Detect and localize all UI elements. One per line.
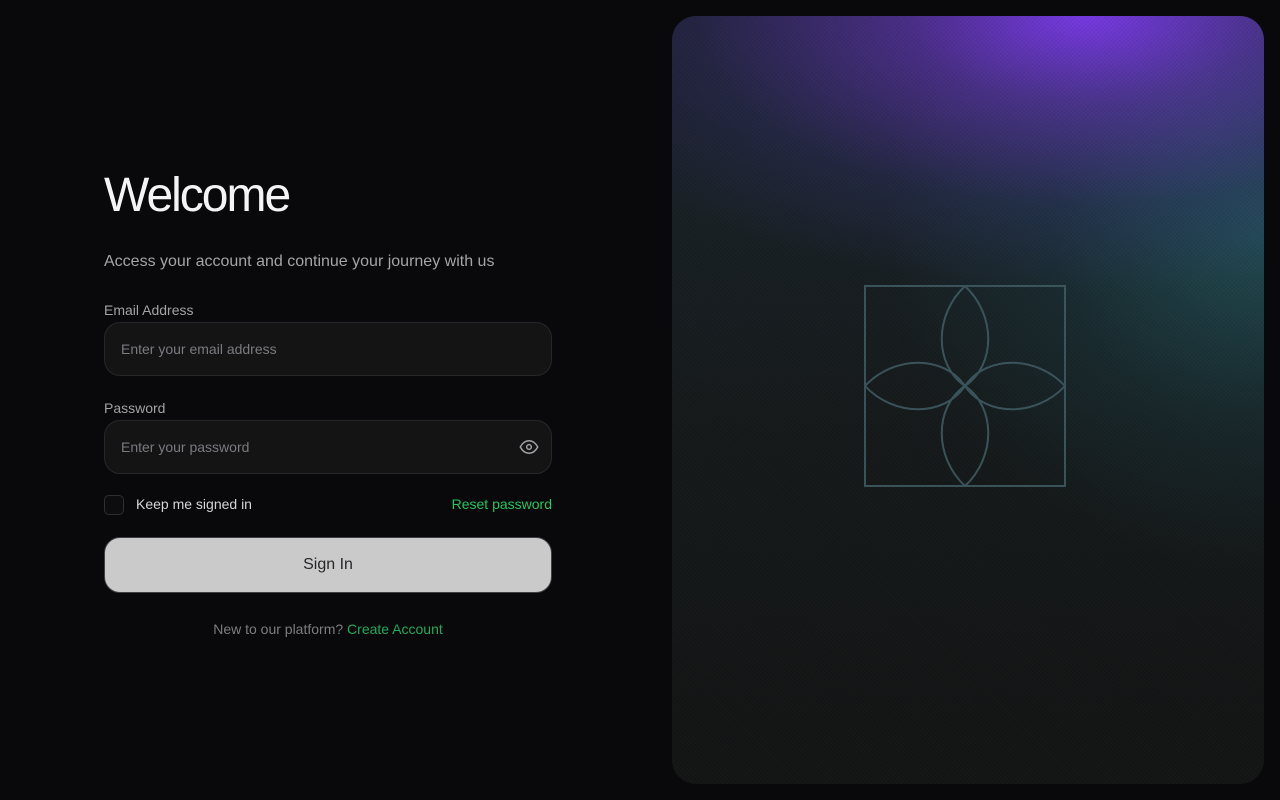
keep-signed-in-checkbox[interactable] [104,495,124,515]
password-label: Password [104,400,166,416]
email-field-container [104,322,552,376]
eye-icon[interactable] [519,437,539,457]
password-input[interactable] [121,421,501,473]
signup-prompt-text: New to our platform? [213,621,344,637]
login-form-panel: Welcome Access your account and continue… [104,0,552,800]
quatrefoil-square-logo [864,285,1066,487]
hero-panel [672,16,1264,784]
page-subtitle: Access your account and continue your jo… [104,253,495,270]
signup-prompt: New to our platform? Create Account [104,620,552,638]
reset-password-link[interactable]: Reset password [452,495,552,513]
create-account-link[interactable]: Create Account [347,621,443,637]
email-label: Email Address [104,302,194,318]
keep-signed-in-label[interactable]: Keep me signed in [136,495,252,513]
sign-in-button[interactable]: Sign In [104,537,552,593]
password-field-container [104,420,552,474]
page-title: Welcome [104,169,291,222]
login-page: Welcome Access your account and continue… [0,0,1280,800]
email-input[interactable] [121,323,501,375]
